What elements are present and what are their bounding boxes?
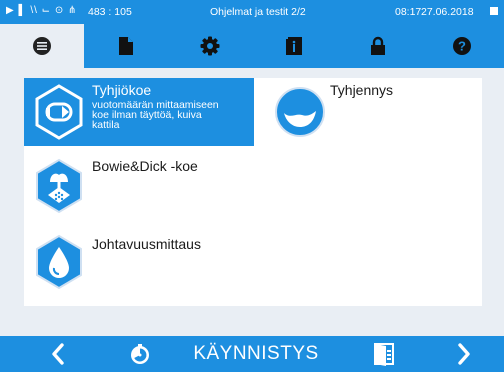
- program-label: Tyhjiökoe: [92, 82, 152, 98]
- program-drain[interactable]: Tyhjennys: [264, 78, 482, 146]
- chevron-left-icon: [52, 343, 64, 365]
- description-line: kattila: [92, 119, 120, 131]
- lock-icon: [371, 36, 385, 55]
- tab-bar: ?: [0, 24, 504, 68]
- start-label: KÄYNNISTYS: [193, 343, 319, 364]
- content-area: Tyhjiökoe vuotomäärän mittaamiseen koe i…: [0, 68, 504, 336]
- tab-programs[interactable]: [0, 24, 84, 68]
- status-date: 27.06.2018: [421, 6, 474, 18]
- list-icon: [33, 37, 51, 55]
- help-icon: ?: [453, 37, 471, 55]
- tab-documents[interactable]: [84, 24, 168, 68]
- door-icon: [374, 343, 394, 366]
- previous-button[interactable]: [36, 336, 80, 372]
- tab-settings[interactable]: [168, 24, 252, 68]
- svg-text:?: ?: [458, 39, 466, 54]
- gear-icon: [200, 36, 220, 56]
- program-label: Tyhjennys: [330, 82, 394, 98]
- program-bowie-dick[interactable]: Bowie&Dick -koe: [24, 152, 254, 224]
- chevron-right-icon: [458, 343, 470, 365]
- start-button[interactable]: KÄYNNISTYS: [176, 336, 336, 372]
- program-label: Johtavuusmittaus: [92, 236, 201, 252]
- tab-lock[interactable]: [336, 24, 420, 68]
- program-conductivity[interactable]: Johtavuusmittaus: [24, 228, 254, 300]
- conductivity-icon: [36, 234, 82, 290]
- tab-help[interactable]: ?: [420, 24, 504, 68]
- next-button[interactable]: [444, 336, 484, 372]
- status-bar: ▶ ▌ \\ ⌙ ⊙ ⋔ 483 : 105 Ohjelmat ja testi…: [0, 0, 504, 24]
- program-panel: Tyhjiökoe vuotomäärän mittaamiseen koe i…: [24, 78, 482, 306]
- program-description: vuotomäärän mittaamiseen koe ilman täytt…: [92, 100, 219, 131]
- status-time: 08:17: [395, 6, 422, 18]
- vacuum-test-icon: [35, 84, 83, 140]
- program-vacuum-test[interactable]: Tyhjiökoe vuotomäärän mittaamiseen koe i…: [24, 78, 254, 146]
- door-button[interactable]: [362, 336, 406, 372]
- program-label: Bowie&Dick -koe: [92, 158, 198, 174]
- timer-icon: [131, 344, 149, 364]
- timer-button[interactable]: [118, 336, 162, 372]
- drain-icon: [275, 87, 325, 137]
- tab-info[interactable]: [252, 24, 336, 68]
- info-book-icon: [286, 37, 302, 55]
- bottom-bar: KÄYNNISTYS: [0, 336, 504, 372]
- status-icons: ▶ ▌ \\ ⌙ ⊙ ⋔: [6, 5, 78, 16]
- status-title: Ohjelmat ja testit 2/2: [210, 6, 306, 18]
- status-indicator: [490, 7, 498, 15]
- coordinate-readout: 483 : 105: [88, 6, 132, 18]
- document-icon: [119, 37, 133, 55]
- bowie-dick-icon: [36, 158, 82, 214]
